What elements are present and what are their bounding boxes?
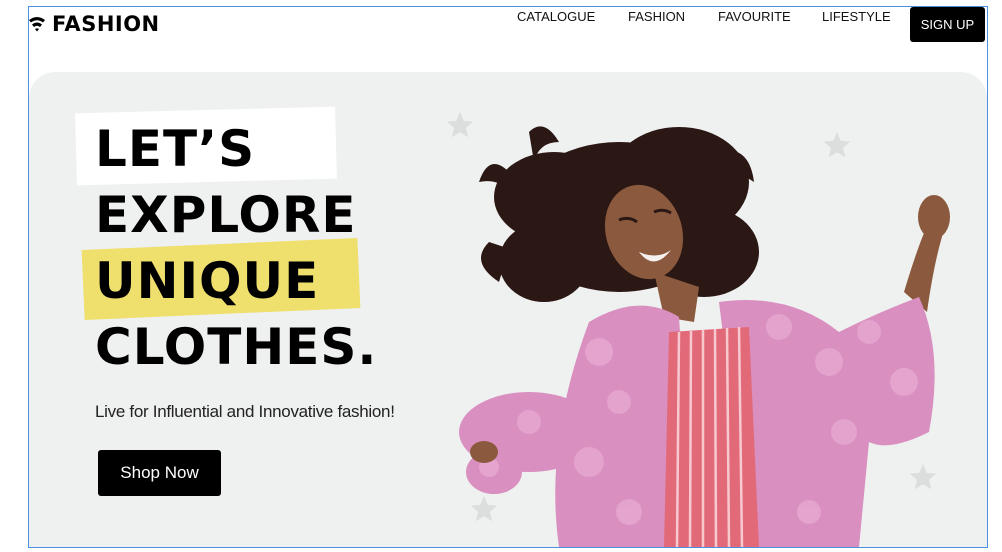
nav-catalogue[interactable]: CATALOGUE xyxy=(517,9,595,24)
nav-lifestyle[interactable]: LIFESTYLE xyxy=(822,9,891,24)
hero-section: LET’S EXPLORE UNIQUE CLOTHES. Live for I… xyxy=(29,72,987,547)
shop-now-button[interactable]: Shop Now xyxy=(98,450,221,496)
nav-favourite[interactable]: FAVOURITE xyxy=(718,9,791,24)
wifi-icon xyxy=(29,17,45,32)
headline-line-2: EXPLORE xyxy=(95,186,357,244)
headline-line-4: CLOTHES. xyxy=(95,318,378,376)
hero-tagline: Live for Influential and Innovative fash… xyxy=(95,402,395,421)
logo[interactable]: FASHION xyxy=(28,12,160,36)
site-header: FASHION CATALOGUE FASHION FAVOURITE LIFE… xyxy=(0,0,1002,46)
hero-photo xyxy=(459,126,950,547)
nav-fashion[interactable]: FASHION xyxy=(628,9,685,24)
logo-text: FASHION xyxy=(52,12,160,36)
headline-line-1: LET’S xyxy=(95,120,256,178)
headline-line-3: UNIQUE xyxy=(95,252,320,310)
sign-up-button[interactable]: SIGN UP xyxy=(910,7,985,42)
